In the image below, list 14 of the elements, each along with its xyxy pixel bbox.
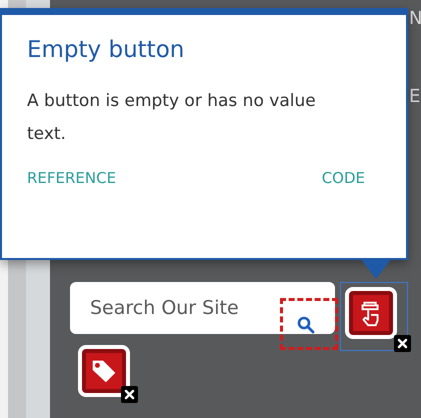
close-icon	[394, 335, 411, 352]
error-highlight	[280, 298, 338, 350]
popup-title: Empty button	[27, 37, 186, 63]
popup-link[interactable]: REFERENCE	[27, 169, 132, 187]
search-icon	[297, 316, 315, 334]
popup-description: A button is empty or has no value text.	[27, 90, 317, 146]
page-text: E	[409, 86, 420, 107]
tag-icon-button[interactable]	[78, 345, 130, 397]
page-text: N	[409, 8, 421, 29]
hand-icon-button[interactable]	[345, 287, 397, 339]
close-icon	[121, 386, 138, 403]
search-button[interactable]	[297, 315, 316, 334]
popup-link[interactable]: CODE	[322, 169, 381, 187]
search-field[interactable]: Search Our Site	[70, 282, 335, 334]
